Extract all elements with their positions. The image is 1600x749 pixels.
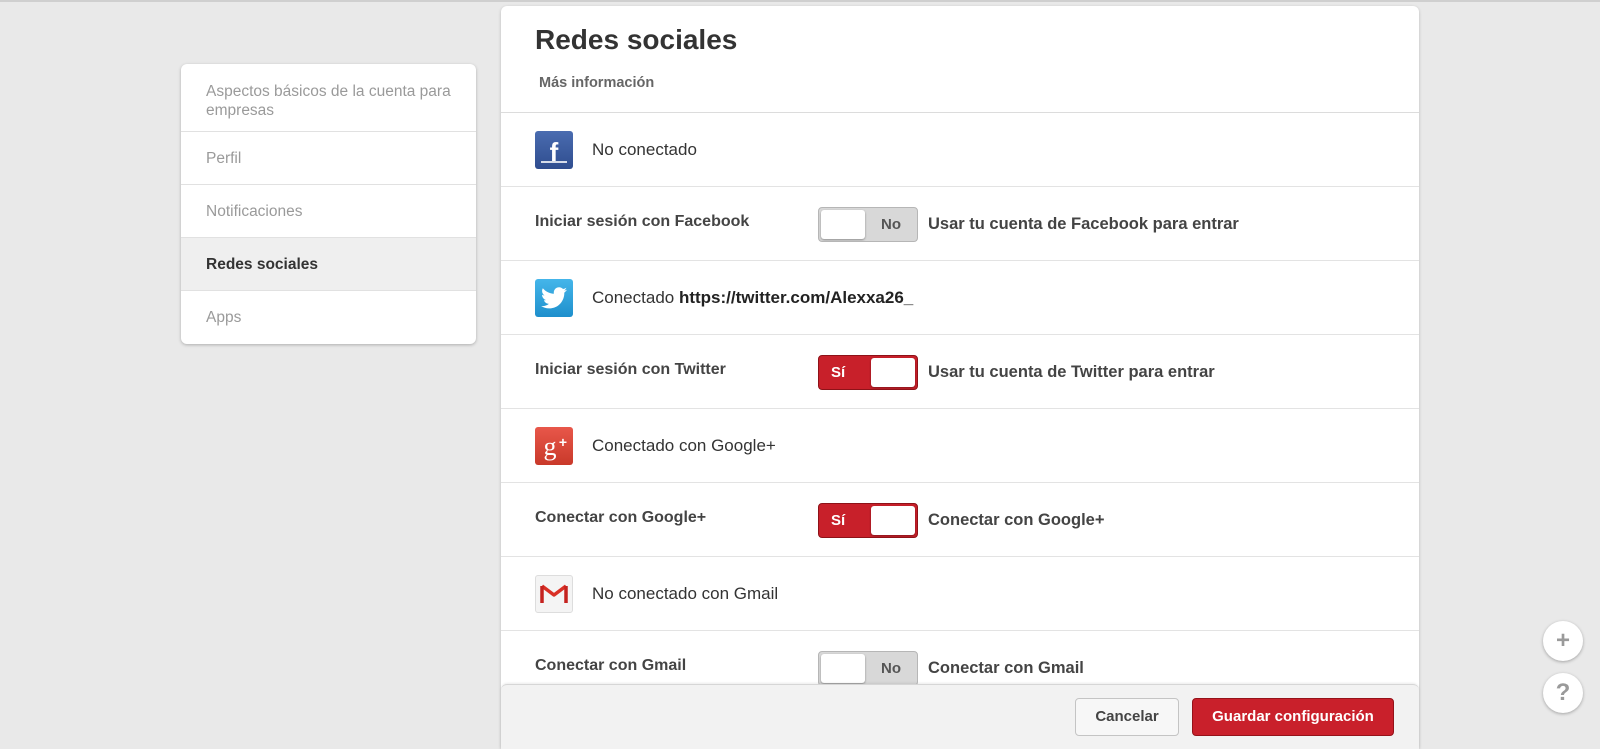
save-settings-button[interactable]: Guardar configuración xyxy=(1192,698,1394,736)
twitter-login-row: Iniciar sesión con Twitter Sí Usar tu cu… xyxy=(501,335,1419,409)
settings-footer: Cancelar Guardar configuración xyxy=(501,684,1419,749)
social-networks-panel: Redes sociales Más información f No cone… xyxy=(501,6,1419,749)
toggle-knob xyxy=(821,210,865,239)
google-plus-icon: g + xyxy=(535,427,573,465)
twitter-profile-link[interactable]: https://twitter.com/Alexxa26_ xyxy=(679,288,913,307)
toggle-knob xyxy=(871,506,915,535)
facebook-status: No conectado xyxy=(592,140,697,159)
toggle-state-label: Sí xyxy=(831,364,846,381)
panel-header: Redes sociales Más información xyxy=(501,6,1419,113)
gmail-status: No conectado con Gmail xyxy=(592,584,779,603)
twitter-icon xyxy=(535,279,573,317)
facebook-login-label: Iniciar sesión con Facebook xyxy=(535,213,750,230)
sidebar-item-profile[interactable]: Perfil xyxy=(181,132,476,185)
page-title: Redes sociales xyxy=(535,24,738,55)
twitter-login-label: Iniciar sesión con Twitter xyxy=(535,361,726,378)
question-icon: ? xyxy=(1555,679,1571,706)
svg-text:g: g xyxy=(544,432,557,461)
twitter-status-prefix: Conectado xyxy=(592,288,679,307)
sidebar-item-social-networks[interactable]: Redes sociales xyxy=(181,238,476,291)
facebook-login-toggle[interactable]: No xyxy=(818,207,918,242)
top-border xyxy=(0,0,1600,2)
twitter-login-description: Usar tu cuenta de Twitter para entrar xyxy=(928,363,1215,381)
more-info-link[interactable]: Más información xyxy=(539,75,654,91)
twitter-status-row: Conectado https://twitter.com/Alexxa26_ xyxy=(501,261,1419,335)
facebook-login-description: Usar tu cuenta de Facebook para entrar xyxy=(928,215,1239,233)
toggle-knob xyxy=(871,358,915,387)
sidebar-item-apps[interactable]: Apps xyxy=(181,291,476,344)
google-plus-connect-label: Conectar con Google+ xyxy=(535,509,707,526)
facebook-status-row: f No conectado xyxy=(501,113,1419,187)
settings-sidebar: Aspectos básicos de la cuenta para empre… xyxy=(181,64,476,344)
toggle-knob xyxy=(821,654,865,683)
svg-text:+: + xyxy=(559,434,567,450)
google-plus-connect-description: Conectar con Google+ xyxy=(928,511,1105,529)
facebook-icon: f xyxy=(535,131,573,169)
toggle-state-label: No xyxy=(881,216,901,233)
google-plus-connect-row: Conectar con Google+ Sí Conectar con Goo… xyxy=(501,483,1419,557)
twitter-status: Conectado https://twitter.com/Alexxa26_ xyxy=(592,261,913,335)
gmail-status-row: No conectado con Gmail xyxy=(501,557,1419,631)
sidebar-item-notifications[interactable]: Notificaciones xyxy=(181,185,476,238)
toggle-state-label: Sí xyxy=(831,512,846,529)
gmail-connect-toggle[interactable]: No xyxy=(818,651,918,686)
plus-icon: + xyxy=(1555,627,1570,654)
add-button[interactable]: + xyxy=(1543,621,1583,661)
google-plus-status-row: g + Conectado con Google+ xyxy=(501,409,1419,483)
toggle-state-label: No xyxy=(881,660,901,677)
gmail-icon xyxy=(535,575,573,613)
cancel-button[interactable]: Cancelar xyxy=(1075,698,1179,736)
facebook-login-row: Iniciar sesión con Facebook No Usar tu c… xyxy=(501,187,1419,261)
google-plus-status: Conectado con Google+ xyxy=(592,436,776,455)
google-plus-connect-toggle[interactable]: Sí xyxy=(818,503,918,538)
sidebar-item-business-basics[interactable]: Aspectos básicos de la cuenta para empre… xyxy=(181,64,476,132)
twitter-login-toggle[interactable]: Sí xyxy=(818,355,918,390)
help-button[interactable]: ? xyxy=(1543,673,1583,713)
